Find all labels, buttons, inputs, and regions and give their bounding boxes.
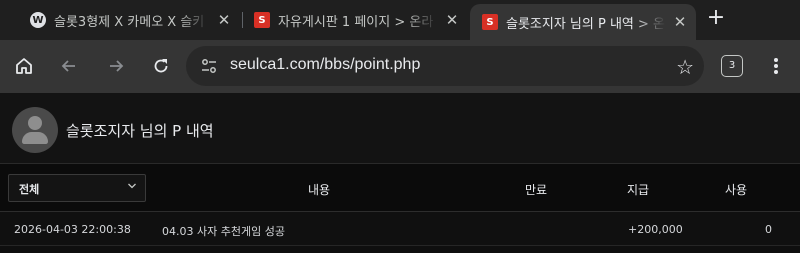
- url-text[interactable]: seulca1.com/bbs/point.php: [230, 56, 420, 74]
- menu-kebab-icon[interactable]: [768, 56, 784, 76]
- extensions-counter[interactable]: 3: [721, 55, 743, 77]
- filter-select[interactable]: 전체: [8, 174, 146, 202]
- tab-strip: W 슬롯3형제 X 카메오 X 슬키 ✕ S 자유게시판 1 페이지 > 온라 …: [0, 0, 800, 40]
- close-tab-icon[interactable]: ✕: [216, 12, 232, 28]
- column-header-expire: 만료: [525, 183, 548, 197]
- column-header-earned: 지급: [627, 183, 650, 197]
- column-header-content: 내용: [308, 183, 331, 197]
- column-header-used: 사용: [725, 183, 748, 197]
- filter-selected-value: 전체: [19, 183, 40, 196]
- tab-title: 슬롯조지자 님의 P 내역 > 온: [506, 16, 665, 32]
- row-earned: +200,000: [628, 223, 683, 236]
- tab-2[interactable]: S 자유게시판 1 페이지 > 온라 ✕: [242, 4, 468, 36]
- tab-title: 슬롯3형제 X 카메오 X 슬키: [54, 14, 205, 30]
- tab-1[interactable]: W 슬롯3형제 X 카메오 X 슬키 ✕: [18, 4, 240, 36]
- avatar: [12, 107, 58, 153]
- close-tab-icon[interactable]: ✕: [444, 12, 460, 28]
- address-bar[interactable]: seulca1.com/bbs/point.php ☆: [186, 46, 704, 86]
- chevron-down-icon: [128, 183, 136, 189]
- reload-icon[interactable]: [149, 54, 173, 78]
- site-favicon-icon: S: [254, 12, 270, 28]
- table-header: 전체 내용 만료 지급 사용: [0, 164, 800, 212]
- table-row: 2026-04-03 22:00:38 04.03 사자 추천게임 성공 +20…: [0, 212, 800, 246]
- tab-title: 자유게시판 1 페이지 > 온라: [278, 14, 434, 30]
- bookmark-star-icon[interactable]: ☆: [676, 55, 694, 79]
- row-content: 04.03 사자 추천게임 성공: [162, 225, 285, 238]
- site-favicon-icon: S: [482, 14, 498, 30]
- forward-arrow-icon[interactable]: [104, 54, 128, 78]
- tab-3-active[interactable]: S 슬롯조지자 님의 P 내역 > 온 ✕: [470, 4, 696, 40]
- wordpress-icon: W: [30, 12, 46, 28]
- site-settings-icon[interactable]: [200, 57, 218, 75]
- new-tab-button[interactable]: +: [704, 6, 728, 30]
- close-tab-icon[interactable]: ✕: [672, 14, 688, 30]
- page-content: 슬롯조지자 님의 P 내역 전체 내용 만료 지급 사용 2026-04-03 …: [0, 93, 800, 253]
- back-arrow-icon[interactable]: [57, 54, 81, 78]
- row-used: 0: [765, 223, 772, 236]
- row-datetime: 2026-04-03 22:00:38: [14, 223, 131, 236]
- page-title: 슬롯조지자 님의 P 내역: [66, 122, 214, 140]
- browser-toolbar: seulca1.com/bbs/point.php ☆ 3: [0, 40, 800, 93]
- profile-header: 슬롯조지자 님의 P 내역: [0, 93, 800, 164]
- home-icon[interactable]: [12, 54, 36, 78]
